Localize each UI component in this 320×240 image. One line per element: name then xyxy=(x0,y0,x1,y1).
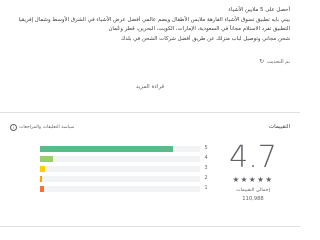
rating-bar-row: 2 xyxy=(40,174,210,184)
rating-bar-row: 5 xyxy=(40,144,210,154)
rating-bar-fill xyxy=(40,146,173,152)
rating-bar-label: 5 xyxy=(204,146,208,151)
ratings-policy-link[interactable]: سياسة التعليقات والمراجعات i xyxy=(10,124,74,131)
read-more-button[interactable]: قراءة المزيد xyxy=(0,84,300,90)
rating-bar-fill xyxy=(40,166,45,172)
rating-bar-label: 2 xyxy=(204,176,208,181)
description-line: أحصل على 5 ملايين الأشياء xyxy=(228,7,290,13)
rating-bar-track xyxy=(40,166,200,172)
section-divider xyxy=(0,226,300,227)
description-line: التطبيق تفرد الاستلام مجاناً في السعودية… xyxy=(108,26,290,33)
rating-bar-track xyxy=(40,156,200,162)
rating-summary: 4.7 ★★★★★ إجمالي التقييمات 110,988 xyxy=(222,140,284,203)
rating-bar-row: 3 xyxy=(40,164,210,174)
rating-bar-label: 4 xyxy=(204,156,208,161)
updated-label: تم التحديث xyxy=(267,58,290,65)
ratings-policy-label: سياسة التعليقات والمراجعات xyxy=(19,125,75,130)
rating-bar-fill xyxy=(40,176,43,182)
rating-distribution: 5 4 3 2 1 xyxy=(40,144,210,194)
refresh-icon: ↻ xyxy=(259,58,265,65)
total-ratings-count: 110,988 xyxy=(242,196,264,202)
rating-bar-row: 4 xyxy=(40,154,210,164)
total-ratings-label: إجمالي التقييمات xyxy=(236,188,270,193)
app-description: أحصل على 5 ملايين الأشياء بيني بايه تطبي… xyxy=(8,6,290,44)
description-line: بيني بايه تطبيق تسوق الأشياء الفارهة ملا… xyxy=(18,16,290,23)
info-icon: i xyxy=(10,124,17,131)
rating-bar-row: 1 xyxy=(40,184,210,194)
section-divider xyxy=(0,112,300,113)
rating-bar-track xyxy=(40,146,200,152)
rating-bar-label: 1 xyxy=(204,186,208,191)
star-rating-icons: ★★★★★ xyxy=(232,175,274,184)
ratings-title: التقييمات xyxy=(269,124,290,130)
rating-score: 4.7 xyxy=(229,140,277,175)
description-line: شحن مجاني وتوصيل لباب منزلك عن طريق أفضل… xyxy=(120,35,290,42)
rating-bar-fill xyxy=(40,186,44,192)
rating-bar-track xyxy=(40,186,200,192)
rating-bar-label: 3 xyxy=(204,166,208,171)
rating-bar-track xyxy=(40,176,200,182)
rating-bar-fill xyxy=(40,156,53,162)
updated-row: تم التحديث ↻ xyxy=(259,58,290,65)
